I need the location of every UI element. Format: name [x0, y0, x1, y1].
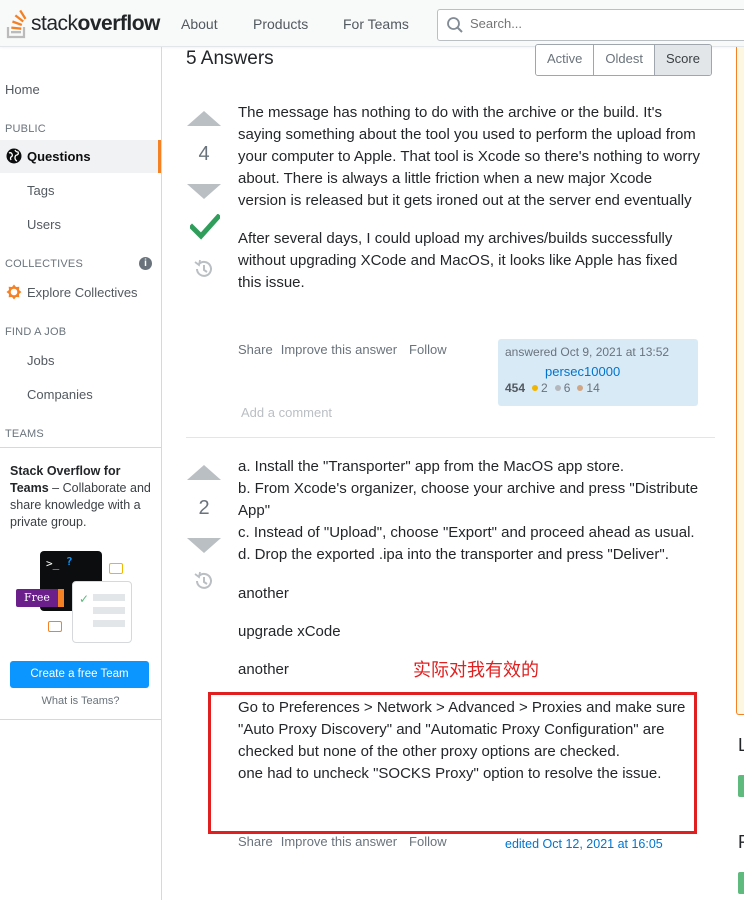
logo-text-bold: overflow — [77, 12, 161, 35]
history-icon[interactable] — [193, 570, 215, 592]
annotation-box — [208, 692, 697, 834]
sidebar-item-home[interactable]: Home — [5, 82, 40, 97]
silver-badge-count: 6 — [563, 381, 571, 395]
sort-tab-active[interactable]: Active — [536, 45, 595, 75]
answer-line: upgrade xCode — [238, 623, 341, 640]
sidebar-item-explore-collectives[interactable]: Explore Collectives — [27, 285, 138, 300]
top-bar: stackoverflow About Products For Teams — [0, 0, 744, 47]
answer-paragraph: After several days, I could upload my ar… — [238, 230, 678, 291]
create-team-button[interactable]: Create a free Team — [10, 661, 149, 688]
post-menu: Share Improve this answer Follow — [238, 342, 447, 357]
user-signature-card: answered Oct 9, 2021 at 13:52 persec1000… — [498, 339, 698, 406]
add-comment-link[interactable]: Add a comment — [241, 405, 332, 420]
accepted-check-icon — [190, 214, 220, 240]
stackoverflow-logo[interactable]: stackoverflow — [6, 8, 160, 40]
user-reputation: 454 2 6 14 — [505, 381, 600, 395]
what-is-teams-link[interactable]: What is Teams? — [0, 695, 161, 707]
sidebar-item-questions-label: Questions — [27, 149, 91, 164]
edited-link[interactable]: edited Oct 12, 2021 at 16:05 — [505, 837, 663, 851]
answered-time: answered Oct 9, 2021 at 13:52 — [505, 345, 670, 359]
answer-line: c. Instead of "Upload", choose "Export" … — [238, 524, 695, 541]
chat-bubble-icon — [109, 563, 123, 574]
logo-text-plain: stack — [31, 12, 78, 35]
search-icon — [447, 17, 463, 33]
post-menu: Share Improve this answer Follow — [238, 834, 447, 849]
right-sidebar-badge — [738, 775, 744, 797]
nav-about[interactable]: About — [181, 16, 218, 32]
info-icon[interactable]: i — [139, 257, 152, 270]
answer-divider — [186, 437, 715, 438]
vote-count: 2 — [198, 497, 210, 519]
logo-icon — [6, 9, 27, 39]
bronze-badge-count: 14 — [586, 381, 600, 395]
reputation-score: 454 — [505, 381, 526, 395]
search-input[interactable] — [470, 16, 720, 31]
answer-line: d. Drop the exported .ipa into the trans… — [238, 546, 669, 563]
answer-paragraph: The message has nothing to do with the a… — [238, 104, 701, 209]
sidebar-item-users[interactable]: Users — [27, 217, 61, 232]
right-sidebar-card — [736, 47, 744, 715]
sidebar-section-find-job: FIND A JOB — [5, 326, 67, 338]
answers-count: 5 Answers — [186, 48, 274, 69]
sort-tab-oldest[interactable]: Oldest — [594, 45, 655, 75]
sidebar-section-collectives: COLLECTIVES — [5, 258, 84, 270]
share-link[interactable]: Share — [238, 834, 273, 849]
annotation-label: 实际对我有效的 — [413, 660, 539, 680]
silver-badge-icon — [554, 385, 561, 391]
sidebar-item-tags[interactable]: Tags — [27, 183, 54, 198]
follow-link[interactable]: Follow — [409, 834, 447, 849]
bronze-badge-icon — [577, 385, 584, 391]
nav-for-teams[interactable]: For Teams — [343, 16, 409, 32]
vote-down-icon[interactable] — [187, 538, 221, 553]
vote-up-icon[interactable] — [187, 465, 221, 480]
sort-tabs: Active Oldest Score — [535, 44, 712, 76]
improve-answer-link[interactable]: Improve this answer — [281, 834, 397, 849]
search-box[interactable] — [437, 9, 744, 41]
free-badge: Free — [16, 589, 58, 607]
right-sidebar-heading: L — [738, 735, 744, 755]
follow-link[interactable]: Follow — [409, 342, 447, 357]
history-icon[interactable] — [193, 258, 215, 280]
sort-tab-score[interactable]: Score — [654, 45, 711, 75]
sidebar-item-jobs[interactable]: Jobs — [27, 353, 54, 368]
right-sidebar-heading: R — [738, 832, 744, 853]
teams-illustration: >_ ? ✓ Free — [16, 551, 146, 651]
answer-line: b. From Xcode's organizer, choose your a… — [238, 480, 699, 519]
sidebar-item-questions[interactable]: Questions — [0, 140, 161, 173]
answer-line: a. Install the "Transporter" app from th… — [238, 458, 625, 475]
chat-bubble-icon — [48, 621, 62, 632]
answer-body: The message has nothing to do with the a… — [238, 102, 703, 294]
user-name-link[interactable]: persec10000 — [545, 364, 620, 379]
vote-up-icon[interactable] — [187, 111, 221, 126]
sidebar-section-public: PUBLIC — [5, 123, 46, 135]
teams-promo-text: Stack Overflow for Teams – Collaborate a… — [10, 463, 155, 531]
sidebar-item-companies[interactable]: Companies — [27, 387, 93, 402]
gold-badge-icon — [532, 385, 539, 391]
teams-promo: Stack Overflow for Teams – Collaborate a… — [0, 447, 161, 720]
answer-line: another — [238, 585, 289, 602]
share-link[interactable]: Share — [238, 342, 273, 357]
vote-count: 4 — [198, 143, 210, 165]
left-sidebar: Home PUBLIC Questions Tags Users COLLECT… — [0, 47, 162, 900]
improve-answer-link[interactable]: Improve this answer — [281, 342, 397, 357]
gold-badge-count: 2 — [541, 381, 548, 395]
right-sidebar-badge — [738, 872, 744, 894]
checklist-icon: ✓ — [72, 581, 132, 643]
collectives-icon — [6, 284, 22, 300]
vote-down-icon[interactable] — [187, 184, 221, 199]
sidebar-section-teams: TEAMS — [5, 428, 44, 440]
globe-icon — [6, 148, 22, 164]
nav-products[interactable]: Products — [253, 16, 308, 32]
